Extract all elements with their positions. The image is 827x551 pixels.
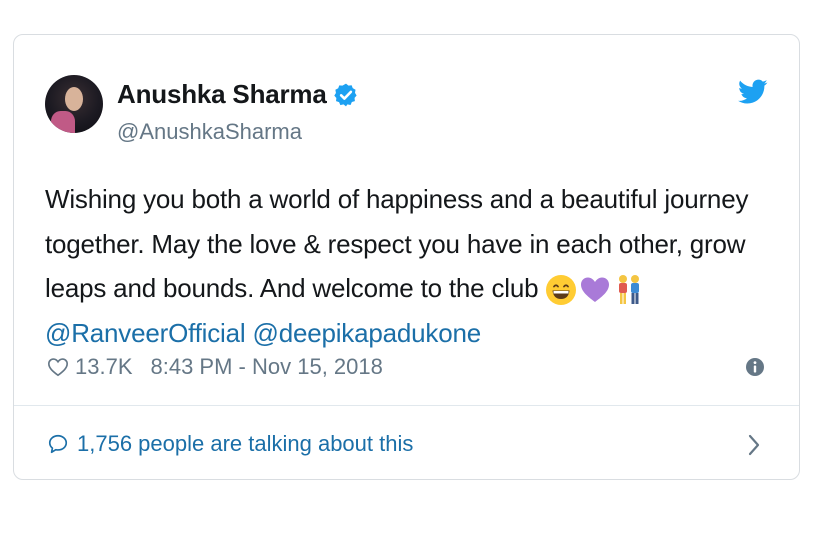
info-icon[interactable]: [745, 357, 765, 377]
tweet-card[interactable]: Anushka Sharma @AnushkaSharma Wishing yo…: [13, 34, 800, 480]
author-name[interactable]: Anushka Sharma: [117, 79, 327, 110]
avatar-face: [65, 87, 83, 111]
twitter-bird-icon[interactable]: [738, 79, 768, 105]
like-count[interactable]: 13.7K: [75, 354, 133, 380]
avatar-outfit: [51, 111, 75, 133]
author-handle[interactable]: @AnushkaSharma: [117, 119, 302, 145]
avatar[interactable]: [45, 75, 103, 133]
tweet-line: together. May the love & respect you hav…: [45, 228, 746, 259]
conversation-link[interactable]: 1,756 people are talking about this: [47, 431, 413, 457]
tweet-timestamp[interactable]: 8:43 PM - Nov 15, 2018: [151, 354, 383, 380]
tweet-line-text: leaps and bounds. And welcome to the clu…: [45, 273, 539, 303]
mention-link[interactable]: @RanveerOfficial: [45, 318, 246, 348]
tweet-line-with-emoji: leaps and bounds. And welcome to the clu…: [45, 266, 775, 311]
tweet-text: Wishing you both a world of happiness an…: [45, 177, 775, 355]
talking-count-text[interactable]: 1,756 people are talking about this: [77, 431, 413, 457]
mention-link[interactable]: @deepikapadukone: [253, 318, 482, 348]
tweet-meta: 13.7K 8:43 PM - Nov 15, 2018: [47, 354, 383, 380]
speech-bubble-icon: [48, 434, 68, 454]
verified-badge-icon: [333, 83, 357, 106]
couple-emoji-icon: [619, 275, 640, 305]
divider: [14, 405, 799, 406]
purple-heart-emoji-icon: [581, 277, 610, 303]
author-name-row[interactable]: Anushka Sharma: [117, 79, 359, 110]
grinning-face-emoji-icon: [546, 275, 577, 306]
chevron-right-icon[interactable]: [747, 433, 761, 457]
tweet-line: Wishing you both a world of happiness an…: [45, 184, 749, 214]
heart-icon[interactable]: [47, 356, 69, 378]
tweet-mentions: @RanveerOfficial @deepikapadukone: [45, 311, 775, 356]
